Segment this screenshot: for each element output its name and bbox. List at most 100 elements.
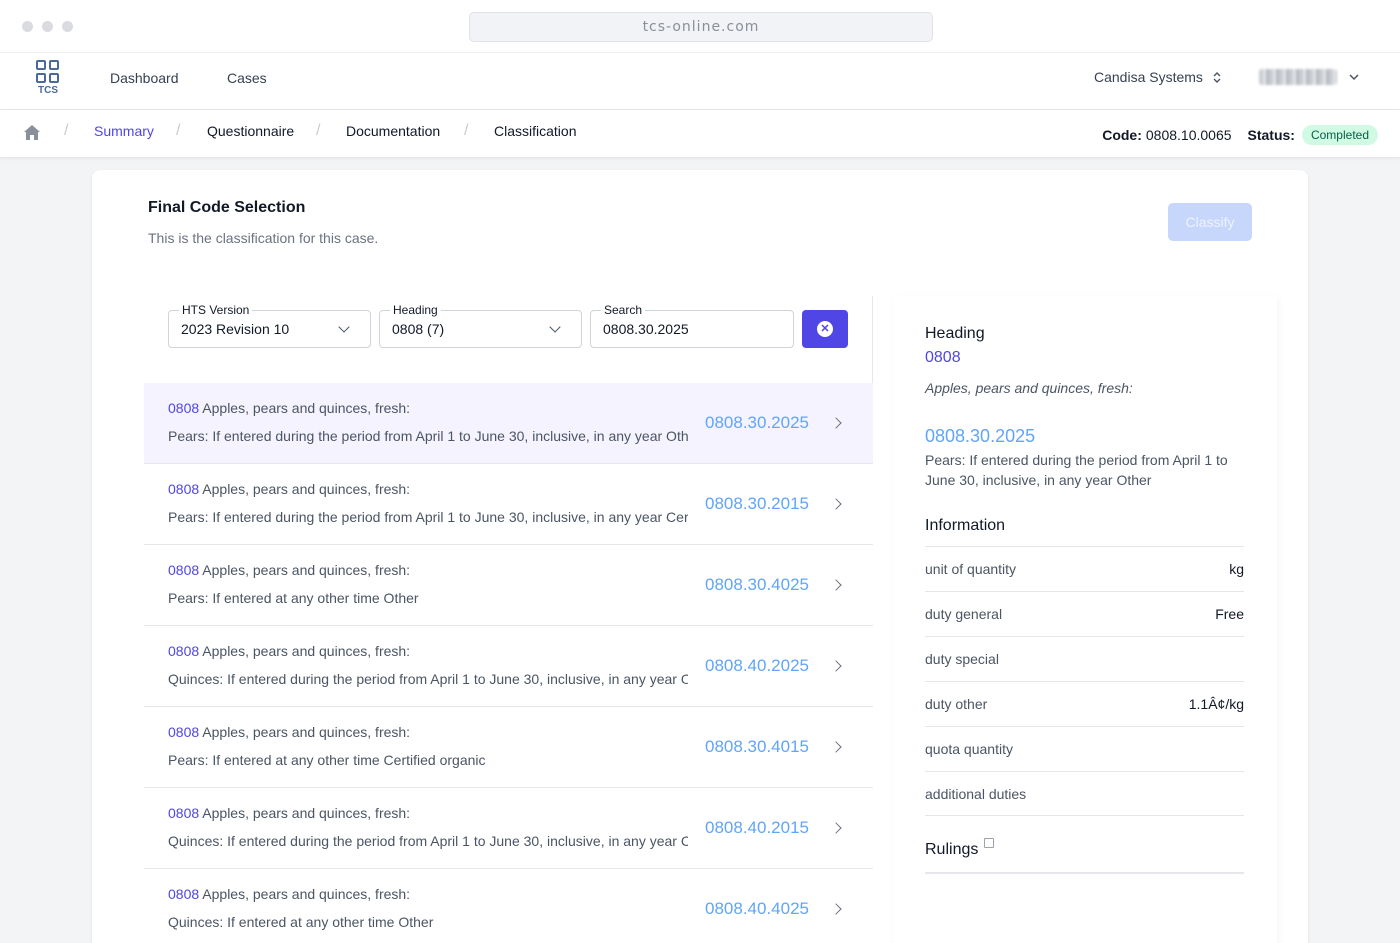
rulings-label: Rulings [925, 841, 979, 858]
organization-switcher[interactable]: Candisa Systems [1094, 69, 1221, 85]
status-label: Status: [1247, 127, 1295, 143]
result-heading-code[interactable]: 0808 [168, 805, 199, 821]
result-description: Quinces: If entered at any other time Ot… [168, 914, 434, 930]
heading-label: Heading [390, 303, 441, 317]
chevron-right-icon [830, 498, 842, 510]
address-bar[interactable]: tcs-online.com [469, 12, 933, 42]
result-heading-desc: Apples, pears and quinces, fresh: [202, 724, 411, 740]
detail-heading-code[interactable]: 0808 [925, 349, 961, 367]
detail-code: 0808.30.2025 [925, 426, 1036, 446]
info-row: duty other 1.1Â¢/kg [925, 681, 1244, 726]
top-navigation: TCS Dashboard Cases Candisa Systems [0, 53, 1400, 110]
result-code: 0808.30.4025 [705, 575, 809, 594]
result-heading-line: 0808 Apples, pears and quinces, fresh: [168, 886, 410, 902]
result-row[interactable]: 0808 Apples, pears and quinces, fresh: Pe… [144, 383, 873, 464]
hts-version-select[interactable]: HTS Version 2023 Revision 10 [168, 303, 371, 348]
result-code: 0808.30.2015 [705, 494, 809, 513]
info-row: unit of quantity kg [925, 546, 1244, 591]
breadcrumb-separator: / [316, 122, 321, 139]
result-description: Quinces: If entered during the period fr… [168, 671, 688, 687]
breadcrumb-summary[interactable]: Summary [94, 123, 154, 139]
result-heading-line: 0808 Apples, pears and quinces, fresh: [168, 481, 410, 497]
result-code: 0808.40.4025 [705, 899, 809, 918]
result-heading-desc: Apples, pears and quinces, fresh: [202, 481, 411, 497]
chevron-right-icon [830, 579, 842, 591]
result-row[interactable]: 0808 Apples, pears and quinces, fresh: Pe… [144, 707, 873, 788]
result-row[interactable]: 0808 Apples, pears and quinces, fresh: Qu… [144, 869, 873, 943]
result-heading-code[interactable]: 0808 [168, 562, 199, 578]
chevron-down-icon [549, 321, 561, 333]
heading-value: 0808 (7) [392, 321, 445, 337]
breadcrumb-separator: / [64, 122, 69, 139]
info-value: 1.1Â¢/kg [1188, 696, 1244, 712]
result-heading-desc: Apples, pears and quinces, fresh: [202, 886, 411, 902]
case-code-status: Code: 0808.10.0065 Status: Completed [1102, 125, 1378, 145]
user-menu[interactable] [1259, 69, 1359, 85]
result-row[interactable]: 0808 Apples, pears and quinces, fresh: Pe… [144, 545, 873, 626]
search-label: Search [601, 303, 646, 317]
info-row: duty special [925, 636, 1244, 681]
nav-link-dashboard[interactable]: Dashboard [110, 70, 179, 86]
result-row[interactable]: 0808 Apples, pears and quinces, fresh: Qu… [144, 626, 873, 707]
info-value: kg [1229, 561, 1244, 577]
info-key: duty other [925, 696, 988, 712]
result-row[interactable]: 0808 Apples, pears and quinces, fresh: Pe… [144, 464, 873, 545]
result-heading-code[interactable]: 0808 [168, 724, 199, 740]
case-code: 0808.10.0065 [1145, 127, 1232, 143]
breadcrumb-documentation[interactable]: Documentation [346, 123, 440, 139]
card-subtitle: This is the classification for this case… [148, 230, 379, 246]
result-heading-code[interactable]: 0808 [168, 400, 199, 416]
info-key: duty special [925, 651, 999, 667]
result-heading-code[interactable]: 0808 [168, 886, 199, 902]
chevron-right-icon [830, 417, 842, 429]
result-code: 0808.30.2025 [705, 413, 809, 432]
close-circle-icon: ✕ [817, 321, 833, 337]
home-icon[interactable] [23, 124, 41, 141]
result-heading-desc: Apples, pears and quinces, fresh: [202, 400, 411, 416]
detail-code-desc: Pears: If entered during the period from… [925, 452, 1228, 488]
window-maximize-dot[interactable] [62, 21, 73, 32]
info-key: unit of quantity [925, 561, 1017, 577]
result-heading-code[interactable]: 0808 [168, 643, 199, 659]
tcs-logo[interactable]: TCS [36, 60, 60, 96]
info-key: quota quantity [925, 741, 1013, 757]
browser-bar: tcs-online.com [0, 0, 1400, 53]
search-panel: HTS Version 2023 Revision 10 Heading 080… [144, 296, 873, 943]
window-close-dot[interactable] [22, 21, 33, 32]
hts-version-label: HTS Version [179, 303, 253, 317]
rulings-link[interactable]: Rulings [925, 838, 1244, 874]
result-heading-line: 0808 Apples, pears and quinces, fresh: [168, 643, 410, 659]
search-input[interactable]: Search 0808.30.2025 [590, 303, 794, 348]
nav-link-cases[interactable]: Cases [227, 70, 267, 86]
breadcrumb-questionnaire[interactable]: Questionnaire [207, 123, 294, 139]
window-minimize-dot[interactable] [42, 21, 53, 32]
result-description: Pears: If entered during the period from… [168, 428, 688, 444]
chevron-right-icon [830, 822, 842, 834]
detail-heading-desc: Apples, pears and quinces, fresh: [925, 380, 1133, 396]
result-description: Pears: If entered at any other time Cert… [168, 752, 486, 768]
user-name-redacted [1259, 69, 1337, 85]
info-key: additional duties [925, 785, 1027, 802]
status-badge: Completed [1301, 125, 1378, 145]
result-heading-line: 0808 Apples, pears and quinces, fresh: [168, 562, 410, 578]
result-heading-code[interactable]: 0808 [168, 481, 199, 497]
chevron-right-icon [830, 660, 842, 672]
information-table: unit of quantity kg duty general Free duty s… [925, 546, 1244, 816]
breadcrumb-classification[interactable]: Classification [494, 123, 576, 139]
hts-version-value: 2023 Revision 10 [181, 321, 290, 337]
result-heading-desc: Apples, pears and quinces, fresh: [202, 643, 411, 659]
heading-select[interactable]: Heading 0808 (7) [379, 303, 582, 348]
result-heading-line: 0808 Apples, pears and quinces, fresh: [168, 724, 410, 740]
result-row[interactable]: 0808 Apples, pears and quinces, fresh: Qu… [144, 788, 873, 869]
result-code: 0808.40.2015 [705, 818, 809, 837]
result-code: 0808.30.4015 [705, 737, 809, 756]
info-row: duty general Free [925, 591, 1244, 636]
info-key: duty general [925, 606, 1003, 622]
results-list: 0808 Apples, pears and quinces, fresh: Pe… [144, 383, 873, 943]
clear-search-button[interactable]: ✕ [802, 310, 848, 348]
card-title: Final Code Selection [148, 199, 306, 216]
chevron-right-icon [830, 741, 842, 753]
classify-button[interactable]: Classify [1168, 203, 1252, 241]
result-description: Pears: If entered during the period from… [168, 509, 688, 525]
result-heading-desc: Apples, pears and quinces, fresh: [202, 805, 411, 821]
